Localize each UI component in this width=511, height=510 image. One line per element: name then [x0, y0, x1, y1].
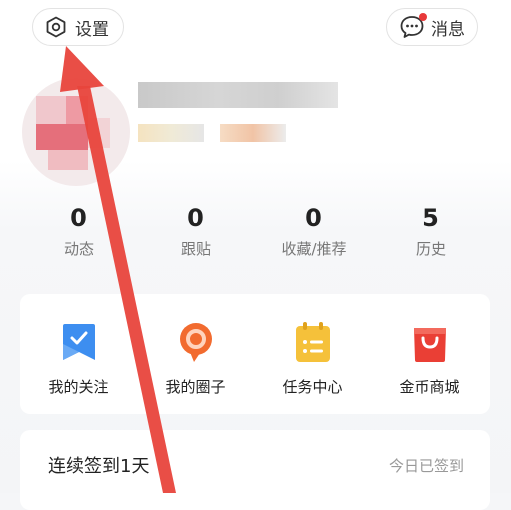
chat-bubble-icon — [399, 13, 427, 40]
avatar-pixel — [48, 150, 88, 170]
avatar-pixel — [88, 118, 110, 148]
stat-label: 动态 — [63, 240, 94, 258]
username-blurred — [138, 82, 338, 108]
settings-icon — [46, 16, 66, 38]
signin-card[interactable]: 连续签到1天 今日已签到 — [20, 430, 490, 510]
stat-value: 0 — [187, 204, 205, 232]
stat-value: 5 — [422, 204, 440, 232]
shortcut-task-center[interactable]: 任务中心 — [254, 320, 371, 397]
shortcut-label: 我的关注 — [48, 378, 109, 396]
stat-label: 跟贴 — [180, 240, 211, 258]
messages-button[interactable]: 消息 — [386, 8, 478, 46]
avatar-pixel — [36, 124, 88, 150]
stat-label: 历史 — [415, 240, 446, 258]
shortcut-label: 金币商城 — [399, 378, 460, 396]
avatar-pixel — [66, 96, 88, 124]
notification-dot — [419, 13, 427, 21]
stat-replies[interactable]: 0 跟贴 — [146, 204, 246, 259]
stat-history[interactable]: 5 历史 — [381, 204, 481, 259]
shortcut-coin-mall[interactable]: 金币商城 — [371, 320, 488, 397]
shortcut-card: 我的关注 我的圈子 任务中心 金币商城 — [20, 294, 490, 414]
stat-posts[interactable]: 0 动态 — [29, 204, 129, 259]
level-tag-blurred — [138, 124, 204, 142]
orange-bubble-icon — [179, 323, 212, 362]
stat-favorites[interactable]: 0 收藏/推荐 — [264, 204, 364, 259]
shortcut-label: 我的圈子 — [165, 378, 226, 396]
shortcut-my-circles[interactable]: 我的圈子 — [137, 320, 254, 397]
stat-label: 收藏/推荐 — [281, 240, 347, 258]
shortcut-label: 任务中心 — [282, 378, 343, 396]
badge-tag-blurred — [220, 124, 286, 142]
signin-status: 今日已签到 — [388, 457, 464, 475]
clipboard-list-icon — [295, 322, 330, 362]
settings-button[interactable]: 设置 — [32, 8, 124, 46]
shortcut-my-follows[interactable]: 我的关注 — [20, 320, 137, 397]
stat-value: 0 — [70, 204, 88, 232]
shopping-bag-icon — [413, 328, 446, 362]
settings-label: 设置 — [75, 19, 109, 40]
messages-label: 消息 — [431, 19, 465, 40]
bookmark-check-icon — [62, 324, 95, 360]
signin-title: 连续签到1天 — [48, 456, 150, 477]
stat-value: 0 — [305, 204, 323, 232]
avatar-pixel — [36, 96, 66, 124]
avatar[interactable] — [22, 78, 130, 186]
